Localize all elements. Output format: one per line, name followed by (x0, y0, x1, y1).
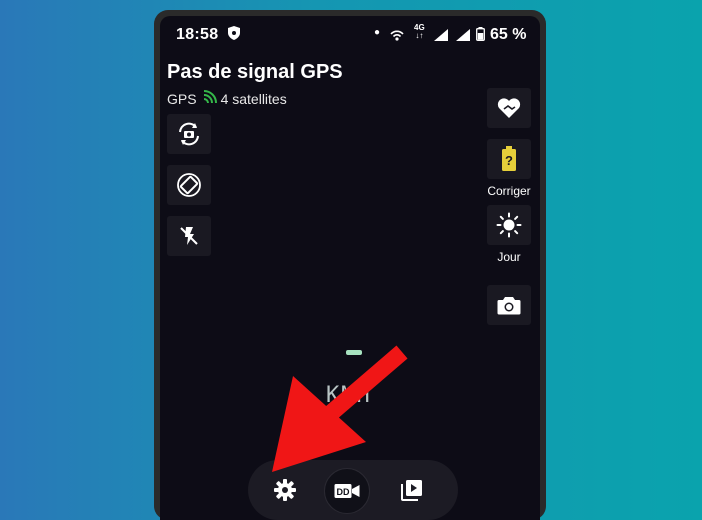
status-time: 18:58 (176, 26, 219, 43)
battery-unknown-icon: ? (502, 146, 516, 171)
speed-unit: KMH (326, 383, 372, 408)
flash-off-button[interactable] (167, 216, 211, 256)
settings-button[interactable] (263, 468, 307, 512)
support-button[interactable] (487, 88, 531, 128)
dashcam-icon: DD (334, 484, 360, 498)
svg-text:?: ? (505, 153, 513, 168)
heart-hands-icon (497, 98, 521, 118)
camera-icon (497, 297, 521, 315)
svg-text:DD: DD (337, 487, 350, 497)
fix-label: Corriger (487, 184, 531, 198)
battery-percent: 65 % (490, 26, 527, 43)
signal-icon-2 (456, 28, 470, 46)
settings-icon (274, 479, 296, 501)
satellite-count: 4 satellites (220, 90, 287, 107)
hotspot-icon (390, 28, 404, 46)
fix-battery-button[interactable]: ? (487, 139, 531, 179)
status-bar: 18:58 ● 4G ↓↑ 65 % (160, 16, 540, 52)
day-mode-button[interactable] (487, 205, 531, 245)
gps-label: GPS (167, 90, 197, 107)
rotate-camera-icon (179, 122, 199, 146)
video-library-icon (401, 480, 422, 501)
day-label: Jour (497, 250, 521, 264)
speed-indicator (346, 350, 362, 355)
screen-rotation-button[interactable] (167, 165, 211, 205)
screen-rotation-icon (177, 173, 201, 197)
video-library-button[interactable] (390, 468, 434, 512)
network-type: 4G ↓↑ (414, 23, 425, 40)
shield-icon (228, 26, 240, 45)
flash-off-icon (180, 227, 198, 245)
camera-button[interactable] (487, 285, 531, 325)
app-screen: 18:58 ● 4G↓↑ 65 % Pas de signal GPS GPS (160, 16, 540, 520)
notification-dot-icon: ● (374, 27, 381, 38)
rotate-camera-button[interactable] (167, 114, 211, 154)
battery-icon (476, 27, 485, 46)
dashcam-button[interactable]: DD (324, 468, 370, 514)
satellite-signal-icon (203, 90, 217, 107)
phone-frame: 18:58 ● 4G↓↑ 65 % Pas de signal GPS GPS (154, 10, 546, 520)
sun-icon (496, 212, 522, 238)
signal-icon (434, 28, 448, 46)
gps-info-row: GPS 4 satellites (167, 90, 287, 107)
gps-status-title: Pas de signal GPS (167, 61, 343, 83)
